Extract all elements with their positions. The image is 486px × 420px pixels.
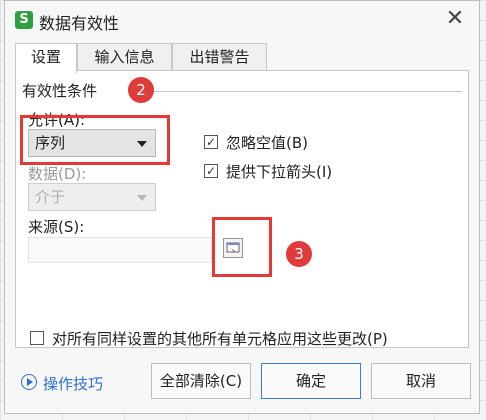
wps-spreadsheet-app-icon: S — [15, 11, 33, 29]
data-label: 数据(D): — [28, 165, 87, 183]
ok-button[interactable]: 确定 — [261, 363, 361, 399]
chevron-down-icon — [137, 195, 147, 201]
operation-tips-link[interactable]: 操作技巧 — [21, 373, 103, 394]
apply-all-checkbox[interactable] — [30, 331, 44, 345]
annotation-badge-2: 2 — [128, 77, 154, 103]
data-validation-dialog: S 数据有效性 ✕ 设置 输入信息 出错警告 有效性条件 2 允许(A): 序列… — [4, 0, 480, 414]
tab-settings[interactable]: 设置 — [15, 43, 77, 73]
close-icon[interactable]: ✕ — [443, 7, 467, 31]
dropdown-arrow-label: 提供下拉箭头(I) — [226, 163, 333, 181]
apply-all-label: 对所有同样设置的其他所有单元格应用这些更改(P) — [52, 330, 388, 348]
data-select-value: 介于 — [35, 188, 66, 206]
annotation-badge-3: 3 — [286, 241, 312, 267]
highlight-box-allow — [20, 115, 170, 165]
tab-error-alert[interactable]: 出错警告 — [172, 43, 267, 71]
cancel-button[interactable]: 取消 — [371, 363, 471, 399]
validation-criteria-heading: 有效性条件 — [22, 82, 98, 100]
section-divider — [136, 91, 462, 92]
tab-input-message[interactable]: 输入信息 — [77, 43, 172, 71]
ignore-blank-checkbox[interactable]: ✓ — [204, 135, 218, 149]
settings-panel: 有效性条件 2 允许(A): 序列 ✓ 忽略空值(B) ✓ 提供下拉箭头(I) … — [15, 70, 469, 348]
source-label: 来源(S): — [28, 218, 85, 236]
highlight-box-range-button — [212, 217, 272, 277]
data-select: 介于 — [28, 183, 156, 211]
dialog-title: 数据有效性 — [39, 14, 120, 33]
ignore-blank-label: 忽略空值(B) — [226, 134, 308, 152]
clear-all-button[interactable]: 全部清除(C) — [151, 363, 251, 399]
source-input[interactable] — [28, 237, 212, 263]
play-circle-icon — [21, 374, 37, 390]
title-bar: S 数据有效性 ✕ — [5, 1, 479, 39]
dropdown-arrow-checkbox[interactable]: ✓ — [204, 164, 218, 178]
